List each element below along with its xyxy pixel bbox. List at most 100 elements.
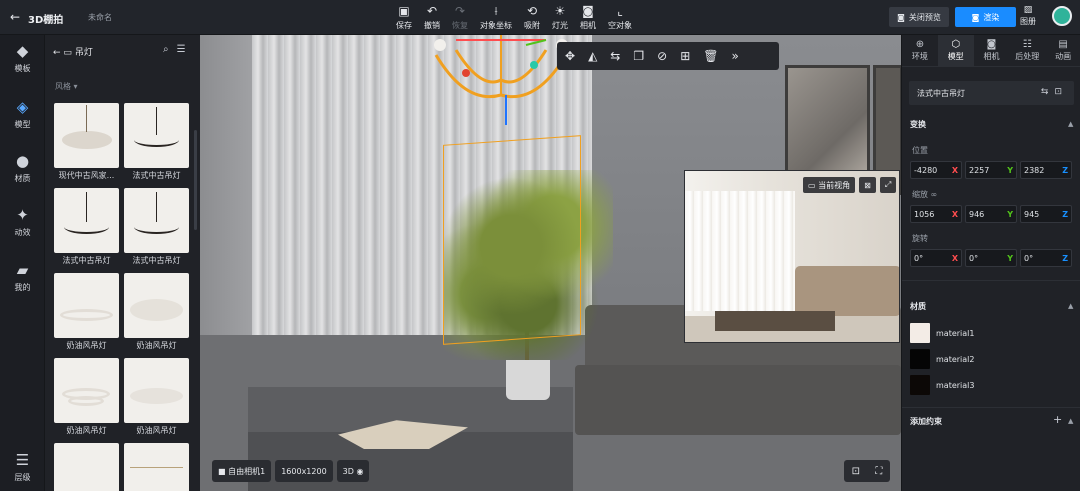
link-icon[interactable]: ∞ [931,190,938,199]
collapse-material-icon[interactable]: ▲ [1068,302,1073,310]
avatar[interactable] [1052,6,1072,26]
empty-object-button[interactable]: ⌞ 空对象 [608,3,632,33]
collapse-transform-icon[interactable]: ▲ [1068,120,1073,128]
material-item[interactable]: material3 [910,375,974,395]
view-mode-toggle[interactable]: 3D ◉ [336,460,370,482]
asset-item[interactable]: 法式中古吊灯 [124,103,189,181]
add-constraint-plus-icon[interactable]: + [1053,413,1062,426]
gallery-button[interactable]: ▨ 图册 [1020,5,1036,27]
nav-item-material[interactable]: ● 材质 [0,151,45,184]
tab-environment[interactable]: ⊕ 环境 [902,35,938,66]
tab-camera[interactable]: ◙ 相机 [974,35,1010,66]
asset-item[interactable]: 现代中古风家... [54,103,119,181]
3d-viewport[interactable]: ✥ ◭ ⇆ ❐ ⊘ ⊞ 🗑 » ▭ 当前视角 ⊠ ⤢ ■ 自由相机1 1600x… [200,35,901,491]
align-icon[interactable]: ⊞ [680,49,690,63]
layers-icon: ☰ [15,451,30,469]
search-icon[interactable]: ⌕ [163,44,177,55]
swap-icon[interactable]: ⇆ [610,49,620,63]
material-swatch [910,349,930,369]
object-name-field[interactable]: 法式中古吊灯 ⇆⊡ [909,81,1074,105]
nav-item-layers[interactable]: ☰ 层级 [0,450,45,483]
preview-sofa [795,266,899,316]
asset-item[interactable]: 奶油风吊灯 [124,273,189,351]
lock-icon[interactable]: ⊡ [1054,87,1068,97]
render-preview-window[interactable]: ▭ 当前视角 ⊠ ⤢ [684,170,900,343]
current-view-button[interactable]: ▭ 当前视角 [803,177,856,193]
focus-icon[interactable]: ⛶ [875,466,882,477]
magnet-icon: ⟲ [526,4,538,18]
asset-item[interactable]: 奶油风吊灯 [124,358,189,436]
material-item[interactable]: material2 [910,349,974,369]
position-z-input[interactable]: 2382 Z [1020,161,1072,179]
replace-icon[interactable]: ⇆ [1041,87,1055,97]
scale-y-input[interactable]: 946 Y [965,205,1017,223]
template-icon: ◆ [16,42,29,60]
rotation-label: 旋转 [912,234,928,243]
nav-item-model[interactable]: ◈ 模型 [0,97,45,130]
asset-thumbnail [54,103,119,168]
asset-item[interactable] [124,443,189,491]
hide-icon[interactable]: ⊘ [657,49,667,63]
camera-button[interactable]: ◙ 相机 [580,3,596,33]
delete-icon[interactable]: 🗑 [703,49,718,63]
preview-fullscreen-button[interactable]: ⤢ [879,177,897,193]
back-arrow-icon[interactable]: ← [10,10,20,24]
tab-animation[interactable]: ▤ 动画 [1045,35,1080,66]
rotation-y-input[interactable]: 0° Y [965,249,1017,267]
asset-item[interactable]: 法式中古吊灯 [124,188,189,266]
document-name[interactable]: 未命名 [88,12,112,23]
scale-x-input[interactable]: 1056 X [910,205,962,223]
style-filter[interactable]: 风格 ▾ [55,81,78,92]
z-axis-gizmo[interactable] [505,95,507,125]
resolution-selector[interactable]: 1600x1200 [275,460,333,482]
back-arrow-icon[interactable]: ← [53,48,61,58]
nav-item-motion[interactable]: ✦ 动效 [0,205,45,238]
rotation-z-input[interactable]: 0° Z [1020,249,1072,267]
my-folder-icon: ▰ [16,261,29,279]
camera-icon: ◙ [897,12,905,22]
asset-item[interactable]: 奶油风吊灯 [54,358,119,436]
save-button[interactable]: ▣ 保存 [396,3,412,33]
mirror-icon[interactable]: ◭ [588,49,597,63]
render-button[interactable]: ◙ 渲染 [955,7,1016,27]
light-button[interactable]: ☀ 灯光 [552,3,568,33]
material-item[interactable]: material1 [910,323,974,343]
close-preview-button[interactable]: ◙ 关闭预览 [889,7,949,27]
redo-button[interactable]: ↷ 恢复 [452,3,468,33]
collapse-constraint-icon[interactable]: ▲ [1068,417,1073,425]
transform-section-title: 变换 [910,120,926,129]
tab-model[interactable]: ⬡ 模型 [937,35,974,66]
undo-icon: ↶ [426,4,438,18]
asset-header-tools: ⌕☰ [163,44,194,55]
asset-thumbnail [54,273,119,338]
selected-chandelier[interactable] [426,35,576,115]
model-icon: ⬡ [951,39,961,50]
nav-item-my[interactable]: ▰ 我的 [0,260,45,293]
more-chevron-icon[interactable]: » [731,49,738,63]
scale-z-input[interactable]: 945 Z [1020,205,1072,223]
asset-item[interactable]: 法式中古吊灯 [54,188,119,266]
preview-curtain [685,191,795,311]
camera-view-icon[interactable]: ⊡ [852,466,860,477]
redo-icon: ↷ [454,4,466,18]
motion-icon: ✦ [16,206,29,224]
asset-item[interactable] [54,443,119,491]
object-coordinates-button[interactable]: ⟊ 对象坐标 [480,3,512,33]
snap-button[interactable]: ⟲ 吸附 [524,3,540,33]
undo-button[interactable]: ↶ 撤销 [424,3,440,33]
move-icon[interactable]: ✥ [565,49,575,63]
position-y-input[interactable]: 2257 Y [965,161,1017,179]
asset-scrollbar[interactable] [194,130,197,230]
camera-selector[interactable]: ■ 自由相机1 [212,460,272,482]
tab-post-process[interactable]: ☷ 后处理 [1009,35,1045,66]
nav-item-template[interactable]: ◆ 模板 [0,41,45,74]
preview-grid-button[interactable]: ⊠ [859,177,876,193]
position-x-input[interactable]: -4280 X [910,161,962,179]
material-section-title: 材质 [910,302,926,311]
rotation-x-input[interactable]: 0° X [910,249,962,267]
asset-category-header[interactable]: ← ▭ 吊灯 [53,45,93,58]
asset-item[interactable]: 奶油风吊灯 [54,273,119,351]
list-view-icon[interactable]: ☰ [177,44,194,55]
duplicate-icon[interactable]: ❐ [633,49,644,63]
properties-panel: ⊕ 环境 ⬡ 模型 ◙ 相机 ☷ 后处理 ▤ 动画 法式中古吊灯 ⇆⊡ 变换 ▲… [901,35,1080,491]
